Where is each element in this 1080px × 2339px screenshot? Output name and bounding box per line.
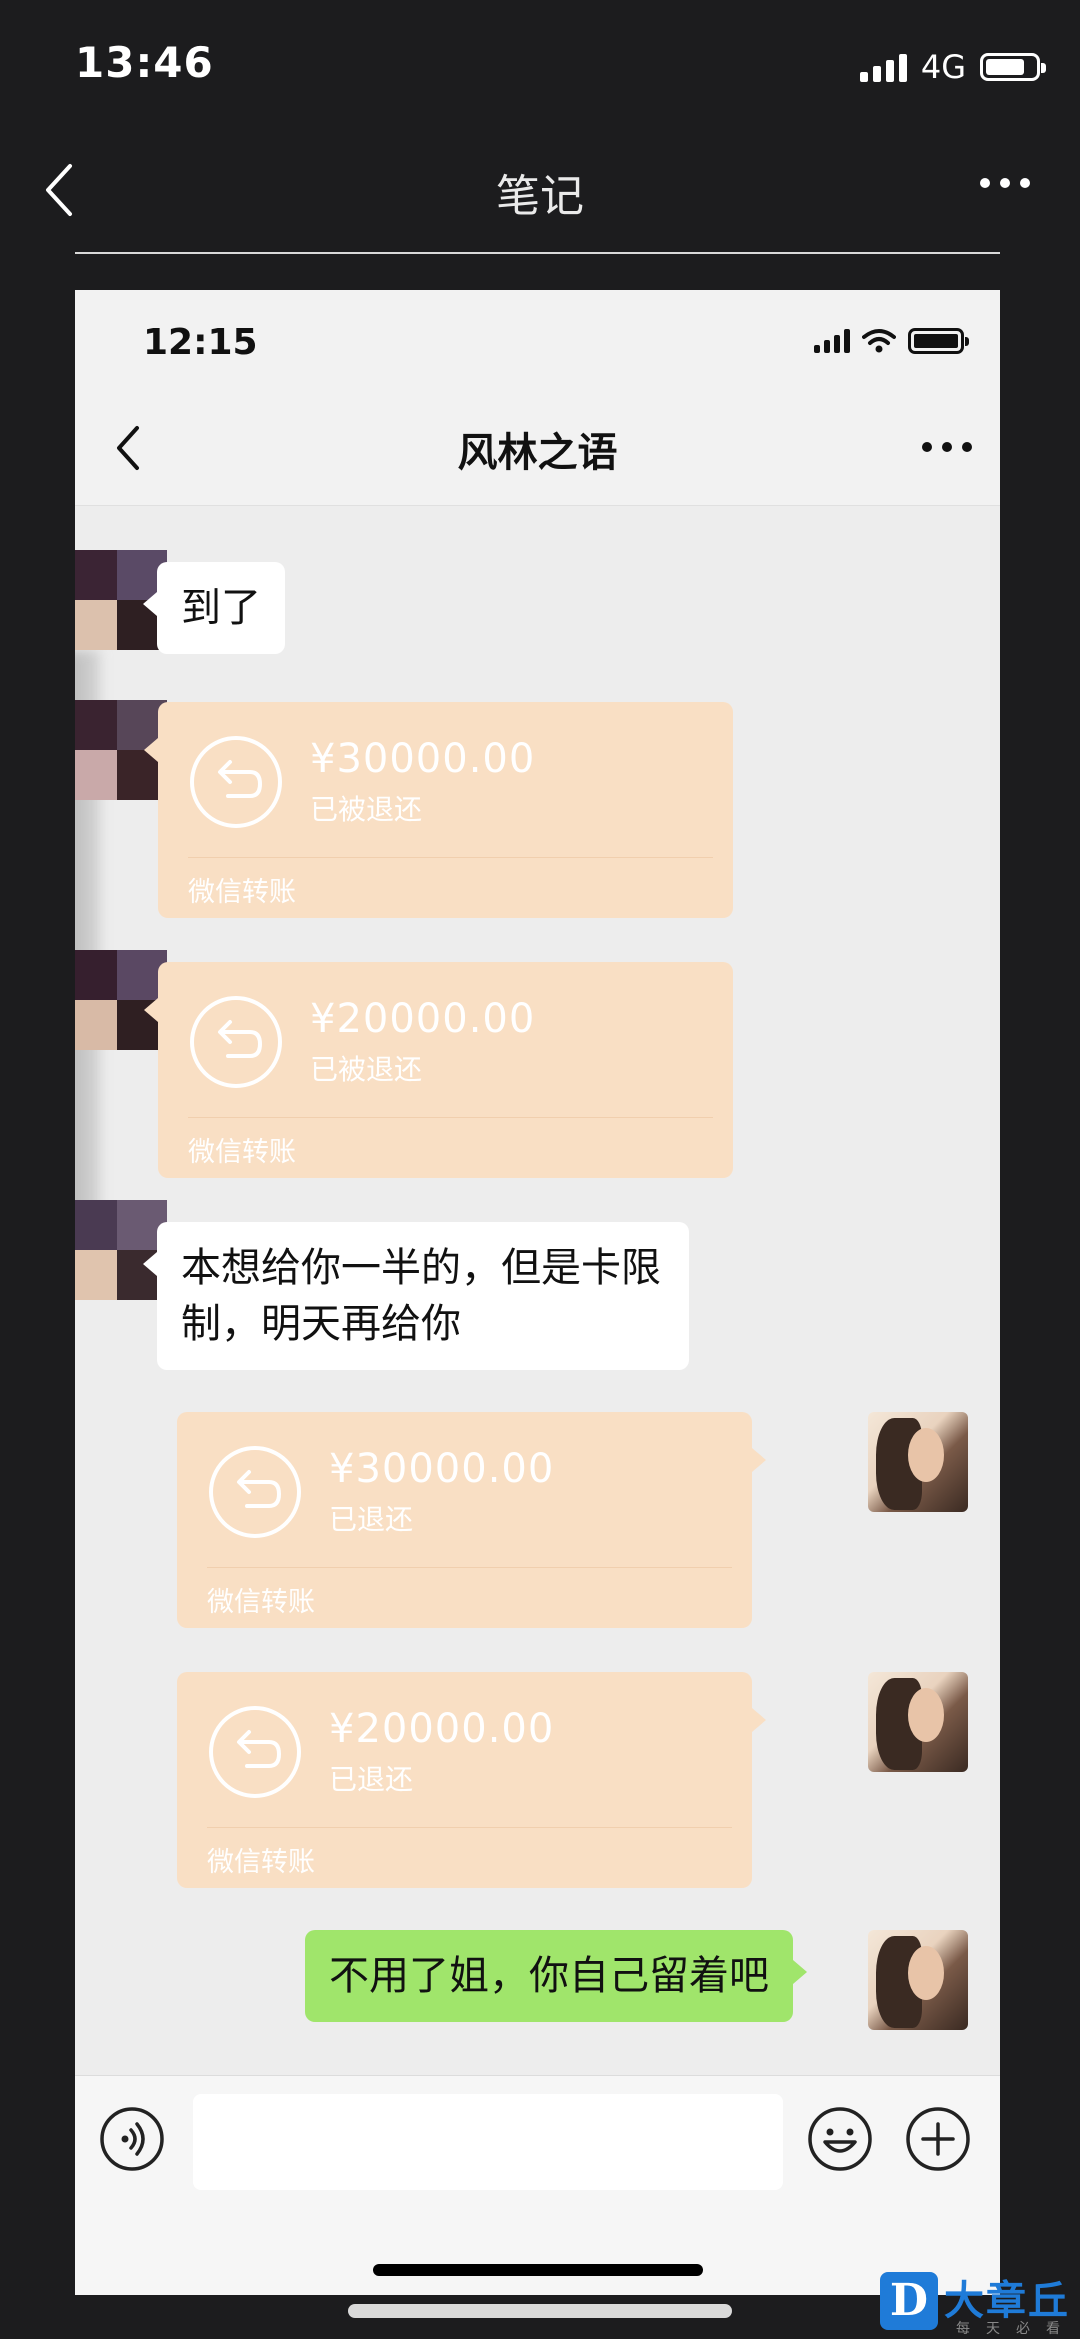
battery-icon (908, 328, 969, 354)
message-input[interactable] (193, 2094, 783, 2190)
transfer-label: 微信转账 (207, 1847, 315, 1878)
refund-icon (190, 996, 282, 1088)
transfer-amount: ¥20000.00 (310, 996, 536, 1042)
battery-icon (980, 53, 1046, 81)
more-icon[interactable] (980, 178, 1030, 188)
transfer-amount: ¥30000.00 (310, 736, 536, 782)
chat-title: 风林之语 (457, 430, 618, 476)
divider (207, 1827, 732, 1828)
message-bubble[interactable]: 本想给你一半的，但是卡限制，明天再给你 (143, 1222, 689, 1370)
chat-header: 风林之语 (75, 390, 1000, 506)
watermark-logo: D (880, 2272, 938, 2330)
refund-icon (190, 736, 282, 828)
chat-input-bar (75, 2075, 1000, 2295)
transfer-amount: ¥30000.00 (329, 1446, 555, 1492)
more-icon[interactable] (922, 442, 972, 452)
avatar[interactable] (868, 1672, 968, 1772)
message-bubble[interactable]: 到了 (143, 562, 285, 654)
outer-status-icons: 4G (859, 48, 1046, 86)
transfer-status: 已退还 (329, 1763, 414, 1796)
watermark-subtext: 每天必看 (956, 2321, 1076, 2337)
divider (75, 252, 1000, 254)
avatar[interactable] (75, 1200, 167, 1300)
transfer-status: 已被退还 (310, 1053, 423, 1086)
page-title: 笔记 (496, 171, 584, 222)
transfer-status: 已退还 (329, 1503, 414, 1536)
outer-clock: 13:46 (75, 38, 214, 87)
signal-icon (859, 52, 907, 82)
refund-icon (209, 1706, 301, 1798)
emoji-icon[interactable] (807, 2106, 873, 2172)
transfer-card[interactable]: ¥30000.00 已被退还 微信转账 (144, 702, 733, 918)
refund-icon (209, 1446, 301, 1538)
chat-screenshot: 12:15 风林之语 到了 ¥30000.00 已被退还 微信转账 ¥20000… (75, 290, 1000, 2295)
inner-status-bar: 12:15 (75, 290, 1000, 390)
home-indicator (373, 2264, 703, 2276)
divider (207, 1567, 732, 1568)
transfer-amount: ¥20000.00 (329, 1706, 555, 1752)
wifi-icon (862, 329, 896, 353)
signal-icon (814, 329, 850, 353)
avatar[interactable] (868, 1412, 968, 1512)
outer-home-indicator (348, 2304, 732, 2318)
divider (188, 1117, 713, 1118)
message-bubble[interactable]: 不用了姐，你自己留着吧 (305, 1930, 807, 2022)
outer-nav-bar: 笔记 (0, 130, 1080, 255)
divider (188, 857, 713, 858)
transfer-label: 微信转账 (188, 877, 296, 908)
avatar[interactable] (868, 1930, 968, 2030)
transfer-label: 微信转账 (207, 1587, 315, 1618)
outer-status-bar: 13:46 4G (0, 0, 1080, 130)
transfer-card[interactable]: ¥20000.00 已被退还 微信转账 (144, 962, 733, 1178)
watermark: D 大章丘 每天必看 (880, 2270, 1080, 2339)
plus-icon[interactable] (905, 2106, 971, 2172)
inner-clock: 12:15 (143, 322, 258, 363)
transfer-card[interactable]: ¥30000.00 已退还 微信转账 (177, 1412, 766, 1628)
network-type: 4G (920, 48, 966, 86)
voice-icon[interactable] (99, 2106, 165, 2172)
inner-status-icons (814, 328, 969, 354)
transfer-status: 已被退还 (310, 793, 423, 826)
transfer-card[interactable]: ¥20000.00 已退还 微信转账 (177, 1672, 766, 1888)
transfer-label: 微信转账 (188, 1137, 296, 1168)
